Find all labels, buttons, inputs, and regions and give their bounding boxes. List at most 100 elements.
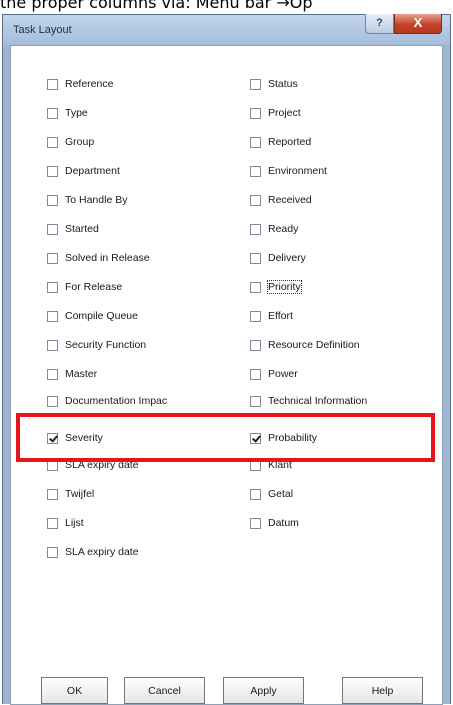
option-label: To Handle By bbox=[65, 194, 128, 206]
option-label: Department bbox=[65, 165, 120, 177]
option-power[interactable]: Power bbox=[250, 366, 298, 382]
checkbox[interactable] bbox=[250, 194, 261, 206]
checkbox[interactable] bbox=[250, 517, 261, 529]
option-label: SLA expiry date bbox=[65, 459, 139, 471]
option-started[interactable]: Started bbox=[47, 221, 99, 237]
checkbox[interactable] bbox=[250, 78, 261, 90]
checkbox[interactable] bbox=[47, 107, 58, 119]
option-label: Project bbox=[268, 107, 301, 119]
option-sla-expiry-date[interactable]: SLA expiry date bbox=[47, 457, 139, 473]
option-label: Klant bbox=[268, 459, 292, 471]
checkbox[interactable] bbox=[47, 252, 58, 264]
checkbox[interactable] bbox=[250, 165, 261, 177]
option-compile-queue[interactable]: Compile Queue bbox=[47, 308, 138, 324]
option-label: Security Function bbox=[65, 339, 147, 351]
checkbox[interactable] bbox=[47, 281, 58, 293]
checkbox[interactable] bbox=[47, 310, 58, 322]
checkbox[interactable] bbox=[250, 459, 261, 471]
option-probability[interactable]: Probability bbox=[250, 430, 317, 446]
option-label: Resource Definition bbox=[268, 339, 360, 351]
option-technical-information[interactable]: Technical Information bbox=[250, 393, 367, 409]
checkbox[interactable] bbox=[250, 223, 261, 235]
option-type[interactable]: Type bbox=[47, 105, 88, 121]
checkbox[interactable] bbox=[47, 194, 58, 206]
option-resource-definition[interactable]: Resource Definition bbox=[250, 337, 360, 353]
option-master[interactable]: Master bbox=[47, 366, 97, 382]
option-label: Power bbox=[268, 368, 298, 380]
option-label: Getal bbox=[268, 488, 294, 500]
title-bar[interactable]: Task Layout ? X bbox=[3, 14, 450, 45]
option-label: Reported bbox=[268, 136, 312, 148]
option-label: Solved in Release bbox=[65, 252, 150, 264]
ok-button[interactable]: OK bbox=[41, 677, 108, 704]
checkbox[interactable] bbox=[47, 223, 58, 235]
option-department[interactable]: Department bbox=[47, 163, 120, 179]
option-project[interactable]: Project bbox=[250, 105, 301, 121]
checkbox[interactable] bbox=[47, 78, 58, 90]
checkbox[interactable] bbox=[47, 488, 58, 500]
task-layout-dialog: Task Layout ? X Reference Type Group Dep… bbox=[2, 14, 451, 705]
checkbox[interactable] bbox=[47, 368, 58, 380]
option-label: Delivery bbox=[268, 252, 306, 264]
option-label: Received bbox=[268, 194, 312, 206]
help-button[interactable]: Help bbox=[342, 677, 423, 704]
apply-button[interactable]: Apply bbox=[223, 677, 304, 704]
option-received[interactable]: Received bbox=[250, 192, 312, 208]
option-solved-in-release[interactable]: Solved in Release bbox=[47, 250, 150, 266]
option-ready[interactable]: Ready bbox=[250, 221, 298, 237]
document-caption: the proper columns via: Menu bar →Op bbox=[0, 0, 313, 12]
option-label: Datum bbox=[268, 517, 299, 529]
option-priority[interactable]: Priority bbox=[250, 279, 302, 295]
option-label: Reference bbox=[65, 78, 114, 90]
checkbox[interactable] bbox=[250, 368, 261, 380]
checkbox[interactable] bbox=[250, 310, 261, 322]
checkbox[interactable] bbox=[47, 546, 58, 558]
option-documentation-impact[interactable]: Documentation Impac bbox=[47, 393, 167, 409]
option-reference[interactable]: Reference bbox=[47, 76, 113, 92]
option-security-function[interactable]: Security Function bbox=[47, 337, 146, 353]
option-sla-expiry-date-2[interactable]: SLA expiry date bbox=[47, 544, 139, 560]
close-icon[interactable]: X bbox=[394, 14, 442, 34]
checkbox[interactable] bbox=[250, 252, 261, 264]
checkbox[interactable] bbox=[250, 281, 261, 293]
checkbox[interactable] bbox=[47, 517, 58, 529]
option-label: Group bbox=[65, 136, 95, 148]
checkbox[interactable] bbox=[250, 136, 261, 148]
checkbox[interactable] bbox=[250, 395, 261, 407]
option-label: Type bbox=[65, 107, 88, 119]
checkbox-checked[interactable] bbox=[47, 432, 58, 444]
option-to-handle-by[interactable]: To Handle By bbox=[47, 192, 127, 208]
option-klant[interactable]: Klant bbox=[250, 457, 292, 473]
options-panel: Reference Type Group Department To Handl… bbox=[10, 45, 443, 705]
option-effort[interactable]: Effort bbox=[250, 308, 293, 324]
option-getal[interactable]: Getal bbox=[250, 486, 293, 502]
help-icon[interactable]: ? bbox=[365, 14, 394, 34]
checkbox[interactable] bbox=[47, 165, 58, 177]
option-label: Twijfel bbox=[65, 488, 95, 500]
checkbox-checked[interactable] bbox=[250, 432, 261, 444]
option-for-release[interactable]: For Release bbox=[47, 279, 122, 295]
option-twijfel[interactable]: Twijfel bbox=[47, 486, 94, 502]
option-label: Started bbox=[65, 223, 99, 235]
checkbox[interactable] bbox=[47, 339, 58, 351]
cancel-button[interactable]: Cancel bbox=[124, 677, 205, 704]
option-delivery[interactable]: Delivery bbox=[250, 250, 306, 266]
checkbox[interactable] bbox=[47, 459, 58, 471]
option-group[interactable]: Group bbox=[47, 134, 94, 150]
option-label: Documentation Impac bbox=[65, 395, 168, 407]
option-lijst[interactable]: Lijst bbox=[47, 515, 84, 531]
option-label: Probability bbox=[268, 432, 318, 444]
option-label: Priority bbox=[267, 280, 302, 294]
option-severity[interactable]: Severity bbox=[47, 430, 103, 446]
checkbox[interactable] bbox=[250, 339, 261, 351]
checkbox[interactable] bbox=[47, 395, 58, 407]
option-reported[interactable]: Reported bbox=[250, 134, 311, 150]
checkbox[interactable] bbox=[250, 488, 261, 500]
option-datum[interactable]: Datum bbox=[250, 515, 299, 531]
option-status[interactable]: Status bbox=[250, 76, 298, 92]
checkbox[interactable] bbox=[250, 107, 261, 119]
checkbox[interactable] bbox=[47, 136, 58, 148]
option-environment[interactable]: Environment bbox=[250, 163, 327, 179]
option-label: Severity bbox=[65, 432, 103, 444]
option-label: Compile Queue bbox=[65, 310, 138, 322]
